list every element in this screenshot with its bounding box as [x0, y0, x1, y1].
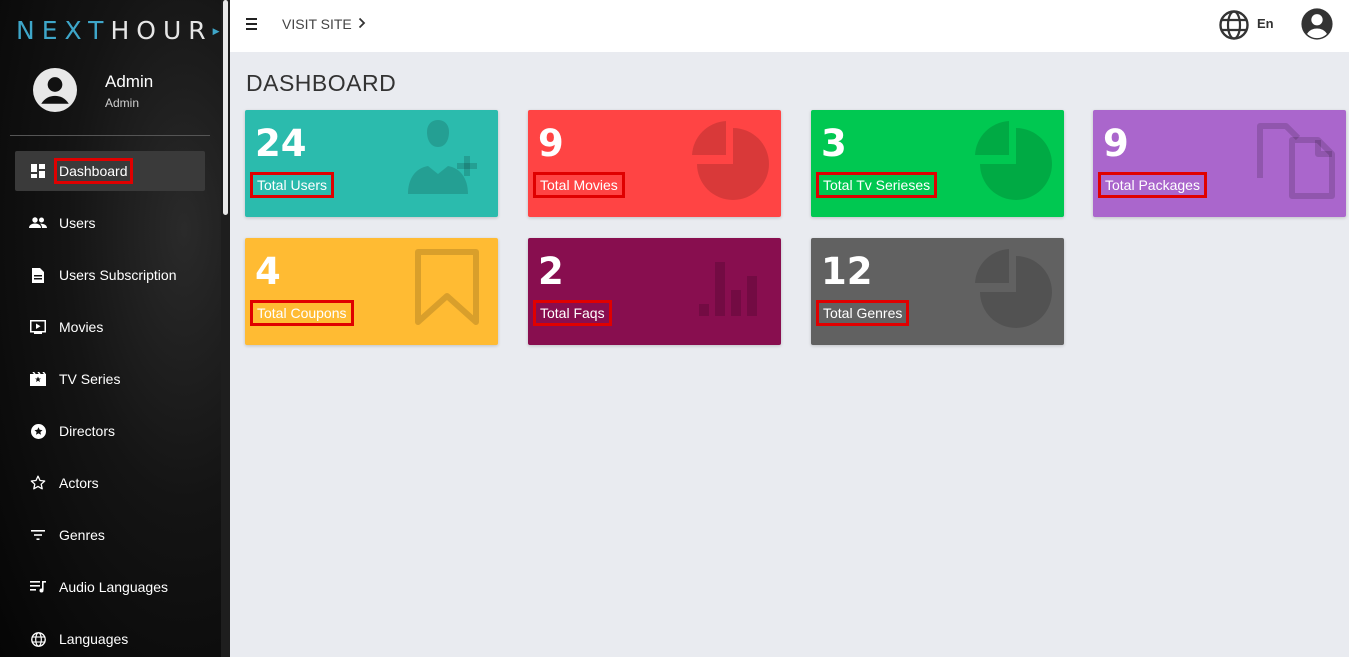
language-globe-icon[interactable]: [1218, 9, 1250, 41]
logo-text-next: NEXT: [16, 16, 111, 45]
sidebar-item-users[interactable]: Users: [15, 203, 205, 243]
page-title: DASHBOARD: [246, 70, 397, 96]
pie-chart-icon: [975, 121, 1052, 200]
pie-chart-icon: [975, 249, 1052, 328]
sidebar-divider: [10, 135, 210, 136]
logo-text-hour: HOUR: [110, 16, 213, 45]
visit-site-label: VISIT SITE: [282, 16, 352, 32]
sidebar-item-genres[interactable]: Genres: [15, 515, 205, 555]
chevron-right-icon: [358, 16, 366, 32]
users-icon: [29, 214, 47, 232]
sidebar-item-label: Dashboard: [54, 158, 133, 184]
stat-label: Total Genres: [815, 300, 910, 326]
stat-label-text: Total Movies: [533, 172, 625, 198]
profile-name: Admin: [105, 72, 154, 91]
sidebar-item-label: Users Subscription: [59, 267, 177, 283]
star-outline-icon: [29, 474, 47, 492]
stat-card-total-coupons[interactable]: 4 Total Coupons: [245, 238, 498, 345]
profile-role: Admin: [105, 96, 140, 110]
stat-value: 2: [538, 250, 564, 293]
avatar-icon: [33, 68, 77, 112]
stat-value: 24: [255, 122, 307, 165]
add-user-icon: [408, 120, 477, 194]
language-selector[interactable]: En: [1257, 16, 1274, 31]
sidebar-item-label: Directors: [59, 423, 116, 439]
stat-card-total-packages[interactable]: 9 Total Packages: [1093, 110, 1346, 217]
stat-label-text: Total Coupons: [250, 300, 354, 326]
stat-label: Total Movies: [533, 172, 625, 198]
stat-label: Total Tv Serieses: [815, 172, 938, 198]
sidebar-item-audio-languages[interactable]: Audio Languages: [15, 567, 205, 607]
stat-card-total-faqs[interactable]: 2 Total Faqs: [528, 238, 781, 345]
sidebar-item-actors[interactable]: Actors: [15, 463, 205, 503]
pie-chart-icon: [692, 121, 769, 200]
sidebar-scrollbar[interactable]: [223, 0, 228, 215]
sidebar-item-directors[interactable]: Directors: [15, 411, 205, 451]
sidebar-item-label: Audio Languages: [59, 579, 168, 595]
sidebar-item-label: Users: [59, 215, 96, 231]
sidebar-item-movies[interactable]: Movies: [15, 307, 205, 347]
audio-list-icon: [29, 578, 47, 596]
sidebar: NEXTHOUR▶ Admin Admin Dashboard Users Us…: [0, 0, 230, 657]
sidebar-item-label: Movies: [59, 319, 104, 335]
document-icon: [29, 266, 47, 284]
copy-icon: [1257, 123, 1335, 199]
sidebar-item-tv-series[interactable]: TV Series: [15, 359, 205, 399]
stat-label-text: Total Tv Serieses: [815, 172, 938, 198]
user-account-icon[interactable]: [1300, 7, 1334, 41]
stat-label: Total Coupons: [250, 300, 354, 326]
stat-label-text: Total Users: [249, 172, 335, 198]
stat-label-text: Total Packages: [1098, 172, 1207, 198]
stat-label-text: Total Faqs: [533, 300, 612, 326]
tv-series-icon: [29, 370, 47, 388]
sidebar-item-label: Languages: [59, 631, 129, 647]
bar-chart-icon: [699, 262, 757, 316]
bookmark-icon: [415, 249, 479, 325]
stat-card-total-users[interactable]: 24 Total Users: [245, 110, 498, 217]
dashboard-icon: [29, 162, 47, 180]
stat-value: 12: [821, 250, 873, 293]
sidebar-item-label: Actors: [59, 475, 99, 491]
stat-card-total-tv-serieses[interactable]: 3 Total Tv Serieses: [811, 110, 1064, 217]
stat-label: Total Users: [249, 172, 335, 198]
stat-label-text: Total Genres: [815, 300, 910, 326]
logo-triangle-icon: ▶: [212, 27, 220, 37]
director-star-icon: [29, 422, 47, 440]
stat-value: 4: [255, 250, 281, 293]
app-logo[interactable]: NEXTHOUR▶: [16, 14, 220, 48]
globe-icon: [29, 630, 47, 648]
sidebar-item-users-subscription[interactable]: Users Subscription: [15, 255, 205, 295]
top-bar: VISIT SITE En: [230, 0, 1349, 52]
stat-label: Total Packages: [1098, 172, 1207, 198]
sidebar-item-label: Genres: [59, 527, 105, 543]
stat-value: 9: [538, 122, 564, 165]
stat-value: 3: [821, 122, 847, 165]
stat-value: 9: [1103, 122, 1129, 165]
sidebar-item-label: TV Series: [59, 371, 121, 387]
stat-label: Total Faqs: [533, 300, 612, 326]
visit-site-link[interactable]: VISIT SITE: [282, 16, 366, 32]
sidebar-item-languages[interactable]: Languages: [15, 619, 205, 657]
movie-icon: [29, 318, 47, 336]
sidebar-item-dashboard[interactable]: Dashboard: [15, 151, 205, 191]
sidebar-menu: Dashboard Users Users Subscription Movie…: [15, 151, 205, 657]
stat-card-total-genres[interactable]: 12 Total Genres: [811, 238, 1064, 345]
filter-icon: [29, 526, 47, 544]
hamburger-menu-icon[interactable]: [246, 18, 258, 30]
stat-card-total-movies[interactable]: 9 Total Movies: [528, 110, 781, 217]
